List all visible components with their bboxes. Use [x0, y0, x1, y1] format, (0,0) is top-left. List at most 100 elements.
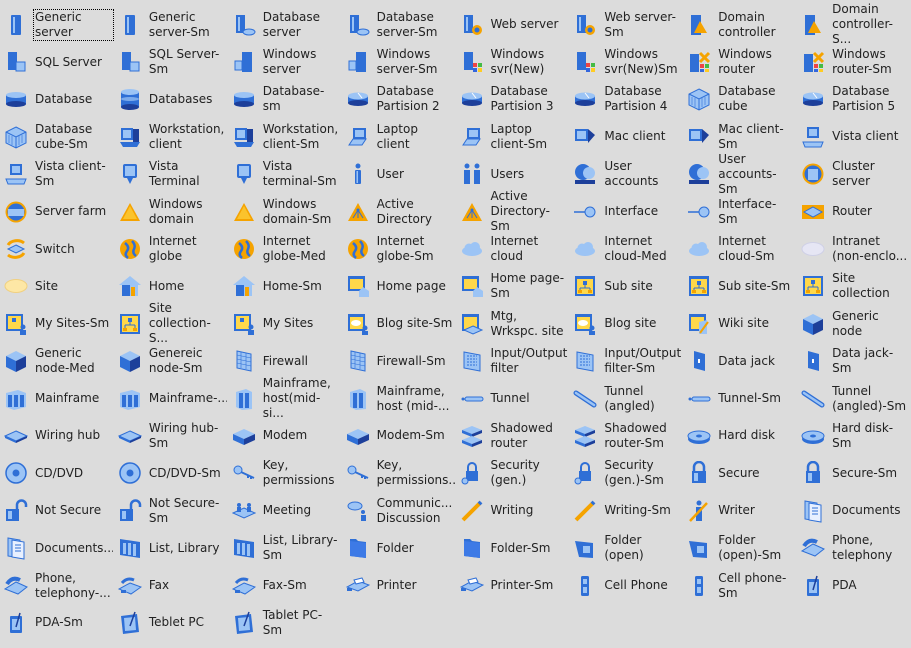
shape-item[interactable]: Active Directory-Sm: [456, 189, 570, 233]
shape-item[interactable]: Security (gen.): [456, 455, 570, 492]
shape-item[interactable]: Cell Phone: [569, 567, 683, 604]
shape-item[interactable]: Fax-Sm: [228, 567, 342, 604]
shape-item[interactable]: Vista terminal-Sm: [228, 156, 342, 193]
shape-item[interactable]: Windows domain: [114, 193, 228, 230]
shape-item[interactable]: Laptop client-Sm: [456, 118, 570, 155]
shape-item[interactable]: Modem: [228, 417, 342, 454]
shape-item[interactable]: Shadowed router-Sm: [569, 417, 683, 454]
shape-item[interactable]: Folder: [342, 529, 456, 566]
shape-item[interactable]: Not Secure: [0, 492, 114, 529]
shape-item[interactable]: My Sites: [228, 305, 342, 342]
shape-item[interactable]: PDA: [797, 567, 911, 604]
shape-item[interactable]: Hard disk-Sm: [797, 417, 911, 454]
shape-item[interactable]: Interface-Sm: [683, 193, 797, 230]
shape-item[interactable]: Generic node-Med: [0, 343, 114, 380]
shape-item[interactable]: Workstation, client-Sm: [228, 118, 342, 155]
shape-item[interactable]: Meeting: [228, 492, 342, 529]
shape-item[interactable]: Fax: [114, 567, 228, 604]
shape-item[interactable]: Key, permissions: [228, 455, 342, 492]
shape-item[interactable]: Database cube: [683, 81, 797, 118]
shape-item[interactable]: User accounts-Sm: [683, 152, 797, 196]
shape-item[interactable]: Database server: [228, 6, 342, 43]
shape-item[interactable]: Documents...: [0, 529, 114, 566]
shape-item[interactable]: Generic server-Sm: [114, 6, 228, 43]
shape-item[interactable]: Internet cloud-Sm: [683, 230, 797, 267]
shape-item[interactable]: Workstation, client: [114, 118, 228, 155]
shape-item[interactable]: Security (gen.)-Sm: [569, 455, 683, 492]
shape-item[interactable]: Wiring hub: [0, 417, 114, 454]
shape-item[interactable]: Hard disk: [683, 417, 797, 454]
shape-item[interactable]: Database Partision 3: [456, 81, 570, 118]
shape-item[interactable]: Mainframe: [0, 380, 114, 417]
shape-item[interactable]: Site collection-S...: [114, 301, 228, 345]
shape-item[interactable]: Shadowed router: [456, 417, 570, 454]
shape-item[interactable]: Sub site: [569, 268, 683, 305]
shape-item[interactable]: Documents: [797, 492, 911, 529]
shape-item[interactable]: Windows server: [228, 43, 342, 80]
shape-item[interactable]: Printer: [342, 567, 456, 604]
shape-item[interactable]: Writer: [683, 492, 797, 529]
shape-item[interactable]: Data jack-Sm: [797, 343, 911, 380]
shape-item[interactable]: Cell phone-Sm: [683, 567, 797, 604]
shape-item[interactable]: Tunnel: [456, 380, 570, 417]
shape-item[interactable]: Firewall-Sm: [342, 343, 456, 380]
shape-item[interactable]: Web server-Sm: [569, 6, 683, 43]
shape-item[interactable]: Windows router-Sm: [797, 43, 911, 80]
shape-item[interactable]: Mainframe-...: [114, 380, 228, 417]
shape-item[interactable]: Site: [0, 268, 114, 305]
shape-item[interactable]: Vista Terminal: [114, 156, 228, 193]
shape-item[interactable]: SQL Server: [0, 43, 114, 80]
shape-item[interactable]: Mainframe, host (mid-...: [342, 380, 456, 417]
shape-item[interactable]: Teblet PC: [114, 604, 228, 641]
shape-item[interactable]: Input/Output filter-Sm: [569, 343, 683, 380]
shape-item[interactable]: Database-sm: [228, 81, 342, 118]
shape-item[interactable]: CD/DVD-Sm: [114, 455, 228, 492]
shape-item[interactable]: Internet globe-Sm: [342, 230, 456, 267]
shape-item[interactable]: Folder-Sm: [456, 529, 570, 566]
shape-item[interactable]: Database Partision 5: [797, 81, 911, 118]
shape-item[interactable]: Communic... Discussion: [342, 492, 456, 529]
shape-item[interactable]: Not Secure-Sm: [114, 492, 228, 529]
shape-item[interactable]: Database Partision 2: [342, 81, 456, 118]
shape-item[interactable]: Blog site-Sm: [342, 305, 456, 342]
shape-item[interactable]: Windows svr(New)Sm: [569, 43, 683, 80]
shape-item[interactable]: Writing: [456, 492, 570, 529]
shape-item[interactable]: Windows server-Sm: [342, 43, 456, 80]
shape-item[interactable]: Internet globe: [114, 230, 228, 267]
shape-item[interactable]: Database Partision 4: [569, 81, 683, 118]
shape-item[interactable]: Interface: [569, 193, 683, 230]
shape-item[interactable]: Cluster server: [797, 156, 911, 193]
shape-item[interactable]: Generic server: [0, 6, 114, 43]
shape-item[interactable]: Secure: [683, 455, 797, 492]
shape-item[interactable]: Phone, telephony-...: [0, 567, 114, 604]
shape-item[interactable]: Site collection: [797, 268, 911, 305]
shape-item[interactable]: Folder (open)-Sm: [683, 529, 797, 566]
shape-item[interactable]: My Sites-Sm: [0, 305, 114, 342]
shape-item[interactable]: Mac client: [569, 118, 683, 155]
shape-item[interactable]: Key, permissions...: [342, 455, 456, 492]
shape-item[interactable]: Home page: [342, 268, 456, 305]
shape-item[interactable]: Windows svr(New): [456, 43, 570, 80]
shape-item[interactable]: SQL Server-Sm: [114, 43, 228, 80]
shape-item[interactable]: Database cube-Sm: [0, 118, 114, 155]
shape-item[interactable]: Laptop client: [342, 118, 456, 155]
shape-item[interactable]: Windows domain-Sm: [228, 193, 342, 230]
shape-item[interactable]: Printer-Sm: [456, 567, 570, 604]
shape-item[interactable]: Domain controller-S...: [797, 2, 911, 46]
shape-item[interactable]: Phone, telephony: [797, 529, 911, 566]
shape-item[interactable]: Internet globe-Med: [228, 230, 342, 267]
shape-item[interactable]: Data jack: [683, 343, 797, 380]
shape-item[interactable]: Database: [0, 81, 114, 118]
shape-item[interactable]: Domain controller: [683, 6, 797, 43]
shape-item[interactable]: Router: [797, 193, 911, 230]
shape-item[interactable]: Server farm: [0, 193, 114, 230]
shape-item[interactable]: Folder (open): [569, 529, 683, 566]
shape-item[interactable]: Blog site: [569, 305, 683, 342]
shape-item[interactable]: Wiki site: [683, 305, 797, 342]
shape-item[interactable]: Mtg, Wrkspc. site: [456, 305, 570, 342]
shape-item[interactable]: Intranet (non-enclo...: [797, 230, 911, 267]
shape-item[interactable]: Input/Output filter: [456, 343, 570, 380]
shape-item[interactable]: Database server-Sm: [342, 6, 456, 43]
shape-item[interactable]: User accounts: [569, 156, 683, 193]
shape-item[interactable]: User: [342, 156, 456, 193]
